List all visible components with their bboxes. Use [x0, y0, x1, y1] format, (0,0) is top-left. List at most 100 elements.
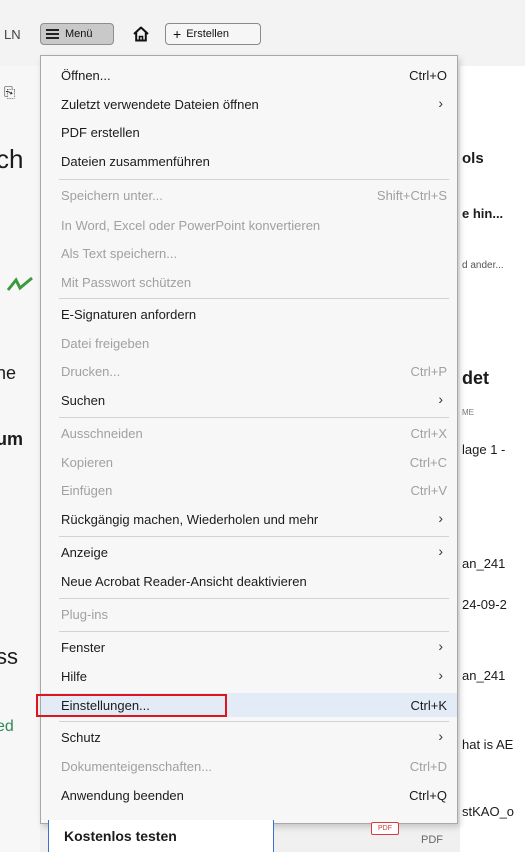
bg-fragment: det	[462, 368, 489, 388]
menu-item-disable-new-view[interactable]: Neue Acrobat Reader-Ansicht deaktivieren	[41, 569, 457, 593]
menu-item-save-as-text[interactable]: Als Text speichern...	[41, 241, 457, 265]
shortcut-label: Ctrl+C	[409, 455, 447, 470]
bg-fragment: ME	[462, 408, 474, 417]
menu-item-label: Öffnen...	[61, 68, 111, 83]
bg-fragment: an_241	[462, 668, 506, 683]
menu-item-label: E-Signaturen anfordern	[61, 307, 197, 322]
shortcut-label: Shift+Ctrl+S	[376, 188, 447, 203]
bg-fragment: lage 1 -	[462, 442, 506, 457]
shortcut-label: Ctrl+K	[410, 698, 447, 713]
chevron-right-icon: ›	[438, 667, 443, 683]
free-trial-button[interactable]: Kostenlos testen	[48, 820, 274, 852]
home-icon	[133, 26, 149, 42]
menu-item-label: Plug-ins	[61, 607, 108, 622]
menu-item-label: PDF erstellen	[61, 125, 140, 140]
plus-icon: +	[173, 26, 182, 42]
menu-item-label: Als Text speichern...	[61, 246, 178, 261]
menu-item-label: Einfügen	[61, 483, 113, 498]
bg-fragment: ch	[0, 144, 24, 174]
chevron-right-icon: ›	[438, 728, 443, 744]
highlight-annotation-box	[36, 694, 227, 717]
file-type-label: PDF	[421, 834, 443, 846]
menu-item-print[interactable]: Drucken... Ctrl+P	[41, 359, 457, 383]
bg-fragment: um	[0, 429, 23, 449]
menu-item-combine-files[interactable]: Dateien zusammenführen	[41, 149, 457, 173]
menu-item-label: Ausschneiden	[61, 426, 143, 441]
menu-separator	[59, 417, 449, 418]
chevron-right-icon: ›	[438, 638, 443, 654]
menu-item-exit-application[interactable]: Anwendung beenden Ctrl+Q	[41, 783, 457, 807]
menu-item-label: Fenster	[61, 640, 106, 655]
bg-fragment: ⎘	[4, 84, 16, 100]
menu-item-label: Mit Passwort schützen	[61, 275, 192, 290]
menu-item-label: Zuletzt verwendete Dateien öffnen	[61, 97, 259, 112]
shortcut-label: Ctrl+Q	[409, 788, 447, 803]
menu-item-label: Datei freigeben	[61, 336, 150, 351]
create-button-label: Erstellen	[186, 28, 229, 40]
menu-item-label: Dokumenteigenschaften...	[61, 759, 213, 774]
menu-separator	[59, 179, 449, 180]
menu-item-label: Schutz	[61, 730, 101, 745]
menu-separator	[59, 631, 449, 632]
create-button[interactable]: + Erstellen	[165, 23, 261, 45]
bg-fragment: e hin...	[462, 206, 504, 221]
bg-fragment: ss	[0, 644, 18, 669]
menu-item-convert-office[interactable]: In Word, Excel oder PowerPoint konvertie…	[41, 213, 457, 237]
menu-item-save-as[interactable]: Speichern unter... Shift+Ctrl+S	[41, 183, 457, 207]
menu-item-create-pdf[interactable]: PDF erstellen	[41, 120, 457, 144]
menu-separator	[59, 536, 449, 537]
menu-item-search[interactable]: Suchen ›	[41, 388, 457, 412]
menu-item-undo-redo[interactable]: Rückgängig machen, Wiederholen und mehr …	[41, 507, 457, 531]
menu-item-label: Kopieren	[61, 455, 114, 470]
bg-fragment: ols	[462, 150, 484, 167]
menu-item-document-properties[interactable]: Dokumenteigenschaften... Ctrl+D	[41, 754, 457, 778]
bg-fragment: an_241	[462, 556, 506, 571]
background-left-panel: ⎘ ch ne um ss ed	[0, 66, 40, 852]
menu-item-password-protect[interactable]: Mit Passwort schützen	[41, 270, 457, 294]
menu-separator	[59, 721, 449, 722]
menu-item-label: Rückgängig machen, Wiederholen und mehr	[61, 512, 319, 527]
menu-item-copy[interactable]: Kopieren Ctrl+C	[41, 450, 457, 474]
menu-separator	[59, 598, 449, 599]
shortcut-label: Ctrl+O	[409, 68, 447, 83]
menu-button-label: Menü	[65, 28, 93, 40]
chevron-right-icon: ›	[438, 510, 443, 526]
shortcut-label: Ctrl+D	[409, 759, 447, 774]
bg-green-mark	[6, 276, 34, 294]
menu-item-label: Neue Acrobat Reader-Ansicht deaktivieren	[61, 574, 307, 589]
shortcut-label: Ctrl+P	[410, 364, 447, 379]
menu-item-share-file[interactable]: Datei freigeben	[41, 331, 457, 355]
menu-item-label: Hilfe	[61, 669, 88, 684]
background-right-panel: ols e hin... d ander... det ME lage 1 - …	[460, 66, 525, 852]
menu-item-paste[interactable]: Einfügen Ctrl+V	[41, 478, 457, 502]
menu-item-window[interactable]: Fenster ›	[41, 635, 457, 659]
menu-item-help[interactable]: Hilfe ›	[41, 664, 457, 688]
bg-fragment: d ander...	[462, 260, 504, 271]
home-button[interactable]	[126, 22, 156, 46]
bg-fragment: ed	[0, 718, 14, 735]
menu-item-label: Dateien zusammenführen	[61, 154, 210, 169]
menu-button[interactable]: Menü	[40, 23, 114, 45]
menu-item-label: Drucken...	[61, 364, 121, 379]
chevron-right-icon: ›	[438, 95, 443, 111]
toolbar-edge-text: LN	[4, 27, 21, 42]
menu-item-label: Anzeige	[61, 545, 108, 560]
shortcut-label: Ctrl+V	[410, 483, 447, 498]
chevron-right-icon: ›	[438, 543, 443, 559]
menu-item-label: Speichern unter...	[61, 188, 163, 203]
shortcut-label: Ctrl+X	[410, 426, 447, 441]
pdf-file-icon: PDF	[371, 822, 399, 835]
menu-item-open[interactable]: Öffnen... Ctrl+O	[41, 63, 457, 87]
menu-item-plugins[interactable]: Plug-ins	[41, 602, 457, 626]
menu-item-request-esignatures[interactable]: E-Signaturen anfordern	[41, 302, 457, 326]
menu-item-protection[interactable]: Schutz ›	[41, 725, 457, 749]
bg-fragment: ne	[0, 363, 17, 383]
bg-fragment: stKAO_o	[462, 804, 515, 819]
menu-separator	[59, 298, 449, 299]
bg-fragment: 24-09-2	[462, 597, 507, 612]
hamburger-icon	[46, 29, 59, 39]
menu-item-cut[interactable]: Ausschneiden Ctrl+X	[41, 421, 457, 445]
menu-item-view[interactable]: Anzeige ›	[41, 540, 457, 564]
menu-item-label: Anwendung beenden	[61, 788, 184, 803]
menu-item-recent-files[interactable]: Zuletzt verwendete Dateien öffnen ›	[41, 92, 457, 116]
